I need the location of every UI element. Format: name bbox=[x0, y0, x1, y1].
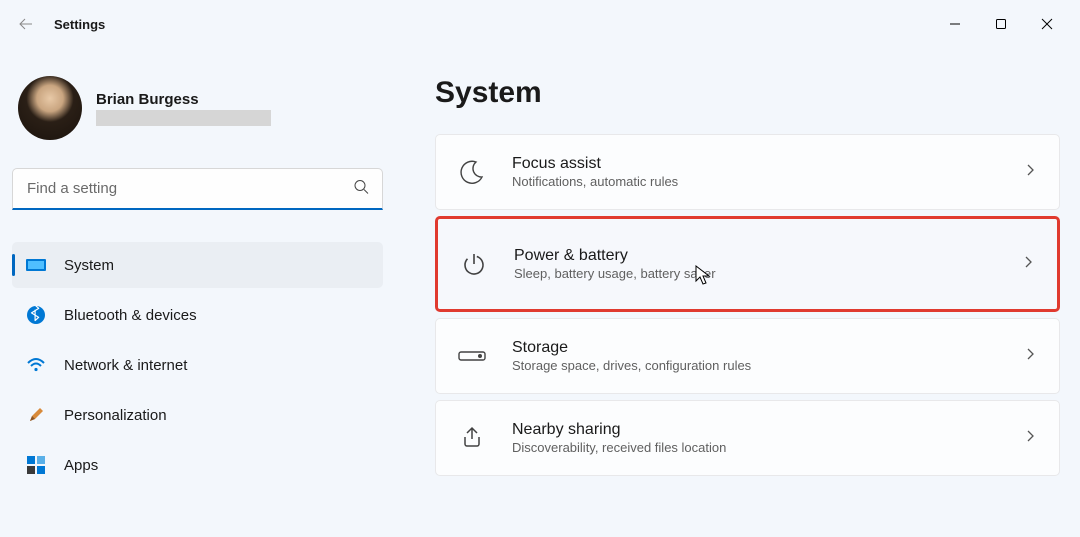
card-focus-assist[interactable]: Focus assist Notifications, automatic ru… bbox=[435, 134, 1060, 210]
main-content: System Focus assist Notifications, autom… bbox=[395, 48, 1080, 537]
power-icon bbox=[460, 250, 488, 278]
chevron-right-icon bbox=[1023, 429, 1037, 448]
paintbrush-icon bbox=[26, 405, 46, 425]
card-storage[interactable]: Storage Storage space, drives, configura… bbox=[435, 318, 1060, 394]
card-text: Nearby sharing Discoverability, received… bbox=[512, 421, 997, 455]
chevron-right-icon bbox=[1023, 347, 1037, 366]
card-subtitle: Storage space, drives, configuration rul… bbox=[512, 358, 997, 373]
close-button[interactable] bbox=[1024, 8, 1070, 40]
nav-item-bluetooth[interactable]: Bluetooth & devices bbox=[12, 292, 383, 338]
bluetooth-icon bbox=[26, 305, 46, 325]
window-controls bbox=[932, 8, 1070, 40]
profile-section[interactable]: Brian Burgess bbox=[12, 76, 383, 140]
maximize-button[interactable] bbox=[978, 8, 1024, 40]
card-subtitle: Notifications, automatic rules bbox=[512, 174, 997, 189]
card-power-battery[interactable]: Power & battery Sleep, battery usage, ba… bbox=[435, 216, 1060, 312]
chevron-right-icon bbox=[1021, 255, 1035, 274]
card-title: Focus assist bbox=[512, 155, 997, 173]
minimize-button[interactable] bbox=[932, 8, 978, 40]
nav-item-personalization[interactable]: Personalization bbox=[12, 392, 383, 438]
nav-label: Bluetooth & devices bbox=[64, 307, 197, 324]
apps-icon bbox=[26, 455, 46, 475]
nav-item-system[interactable]: System bbox=[12, 242, 383, 288]
profile-email-redacted bbox=[96, 110, 271, 126]
moon-icon bbox=[458, 158, 486, 186]
search-input[interactable] bbox=[12, 168, 383, 210]
nav-label: System bbox=[64, 257, 114, 274]
maximize-icon bbox=[995, 18, 1007, 30]
nav-label: Personalization bbox=[64, 407, 167, 424]
card-title: Power & battery bbox=[514, 247, 995, 265]
system-icon bbox=[26, 255, 46, 275]
card-text: Storage Storage space, drives, configura… bbox=[512, 339, 997, 373]
card-title: Nearby sharing bbox=[512, 421, 997, 439]
search-icon bbox=[353, 179, 369, 200]
nav-label: Apps bbox=[64, 457, 98, 474]
card-text: Power & battery Sleep, battery usage, ba… bbox=[514, 247, 995, 281]
nav-list: System Bluetooth & devices Network & int… bbox=[12, 242, 383, 488]
sidebar: Brian Burgess System Bluetooth & dev bbox=[0, 48, 395, 537]
wifi-icon bbox=[26, 355, 46, 375]
share-icon bbox=[458, 424, 486, 452]
titlebar: Settings bbox=[0, 0, 1080, 48]
search-box[interactable] bbox=[12, 168, 383, 210]
nav-item-network[interactable]: Network & internet bbox=[12, 342, 383, 388]
profile-name: Brian Burgess bbox=[96, 91, 271, 108]
close-icon bbox=[1041, 18, 1053, 30]
app-title: Settings bbox=[54, 17, 105, 32]
settings-cards: Focus assist Notifications, automatic ru… bbox=[435, 134, 1060, 476]
card-title: Storage bbox=[512, 339, 997, 357]
nav-label: Network & internet bbox=[64, 357, 187, 374]
profile-text: Brian Burgess bbox=[96, 91, 271, 126]
back-arrow-icon bbox=[18, 16, 34, 32]
card-subtitle: Discoverability, received files location bbox=[512, 440, 997, 455]
chevron-right-icon bbox=[1023, 163, 1037, 182]
back-button[interactable] bbox=[10, 8, 42, 40]
nav-item-apps[interactable]: Apps bbox=[12, 442, 383, 488]
minimize-icon bbox=[949, 18, 961, 30]
card-nearby-sharing[interactable]: Nearby sharing Discoverability, received… bbox=[435, 400, 1060, 476]
card-subtitle: Sleep, battery usage, battery saver bbox=[514, 266, 995, 281]
storage-icon bbox=[458, 342, 486, 370]
avatar bbox=[18, 76, 82, 140]
card-text: Focus assist Notifications, automatic ru… bbox=[512, 155, 997, 189]
page-title: System bbox=[435, 76, 1060, 110]
